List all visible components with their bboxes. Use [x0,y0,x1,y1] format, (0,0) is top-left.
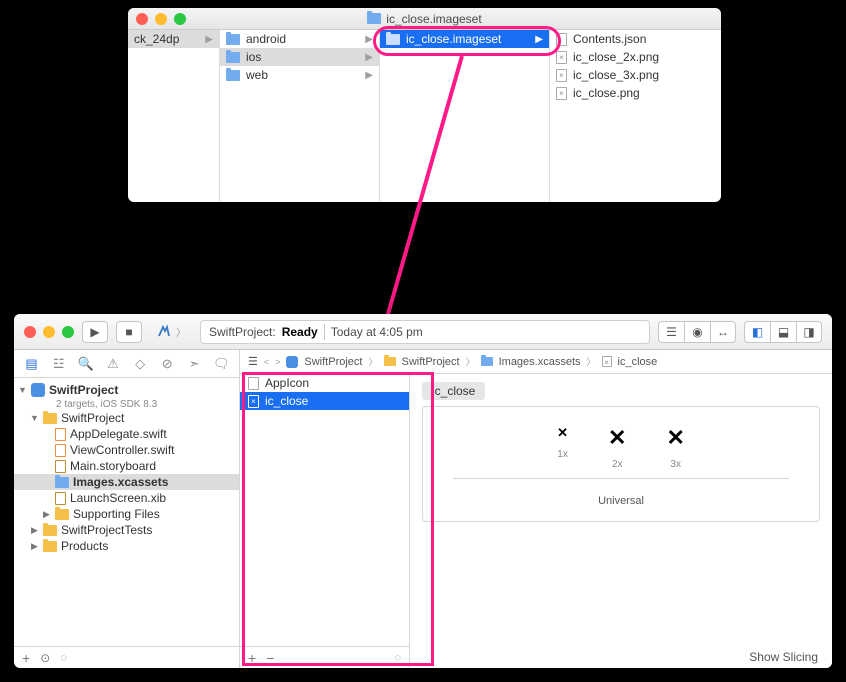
file-item[interactable]: ×ic_close.png [550,84,720,102]
scm-filter-icon[interactable]: ◌ [60,652,67,664]
symbol-navigator-icon[interactable]: ☳ [49,356,69,372]
add-button[interactable]: + [22,650,30,666]
assistant-editor-button[interactable]: ◉ [684,321,710,343]
file-item[interactable]: ×ic_close_2x.png [550,48,720,66]
slot-1x[interactable]: ✕1x [557,425,568,470]
folder-icon [226,34,240,45]
close-icon[interactable] [24,326,36,338]
folder-icon [55,509,69,520]
swift-file-icon [55,428,66,441]
finder-column-1[interactable]: android▶ ios▶ web▶ [220,30,380,202]
xcode-toolbar: ▶ ■ 〉 SwiftProject: Ready Today at 4:05 … [14,314,832,350]
tree-group[interactable]: ▶Products [14,538,239,554]
x-icon: ✕ [666,425,684,451]
minimize-icon[interactable] [43,326,55,338]
zoom-icon[interactable] [62,326,74,338]
run-button[interactable]: ▶ [82,321,108,343]
xib-file-icon [55,492,66,505]
folder-item[interactable]: android▶ [220,30,379,48]
finder-column-0[interactable]: ck_24dp▶ [128,30,220,202]
universal-label: Universal [423,495,819,507]
project-icon [31,383,45,397]
tree-file-selected[interactable]: Images.xcassets [14,474,239,490]
image-x-icon: × [556,69,567,82]
tree-file[interactable]: Main.storyboard [14,458,239,474]
jump-bar[interactable]: ☰ <> SwiftProject〉 SwiftProject〉 Images.… [240,350,832,374]
tree-project-root[interactable]: ▼SwiftProject [14,382,239,398]
project-navigator-icon[interactable]: ▤ [22,356,42,372]
x-icon: ✕ [608,425,626,451]
breakpoint-navigator-icon[interactable]: ➣ [184,356,204,372]
assets-icon [55,477,69,488]
test-navigator-icon[interactable]: ◇ [130,356,150,372]
recent-filter-icon[interactable]: ⊙ [40,651,50,665]
status-bar: SwiftProject: Ready Today at 4:05 pm [200,320,650,344]
file-item[interactable]: Contents.json [550,30,720,48]
folder-icon [226,52,240,63]
file-item[interactable]: ×ic_close_3x.png [550,66,720,84]
debug-navigator-icon[interactable]: ⊘ [157,356,177,372]
chevron-right-icon: ▶ [205,34,213,45]
panel-toggle-group[interactable]: ◧ ⬓ ◨ [744,321,822,343]
folder-icon [384,357,396,366]
assets-icon [481,357,493,366]
navigator-selector[interactable]: ▤ ☳ 🔍 ⚠ ◇ ⊘ ➣ 🗨 [14,350,239,378]
traffic-lights[interactable] [136,13,186,25]
close-icon[interactable] [136,13,148,25]
report-navigator-icon[interactable]: 🗨 [211,356,231,372]
scheme-selector[interactable]: 〉 [156,324,186,340]
bottom-panel-button[interactable]: ⬓ [770,321,796,343]
folder-icon [226,70,240,81]
search-navigator-icon[interactable]: 🔍 [76,356,96,372]
version-editor-button[interactable]: ↔ [710,321,736,343]
x-icon: ✕ [557,425,568,441]
tree-file[interactable]: LaunchScreen.xib [14,490,239,506]
folder-icon [43,413,57,424]
stop-button[interactable]: ■ [116,321,142,343]
minimize-icon[interactable] [155,13,167,25]
asset-canvas: ic_close ✕1x ✕2x ✕3x Universal Show Slic… [410,374,832,668]
folder-item[interactable]: ck_24dp▶ [128,30,219,48]
swift-file-icon [55,444,66,457]
app-icon [156,324,172,340]
folder-icon [367,13,381,24]
right-panel-button[interactable]: ◨ [796,321,822,343]
image-x-icon: × [602,356,612,367]
standard-editor-button[interactable]: ☰ [658,321,684,343]
left-panel-button[interactable]: ◧ [744,321,770,343]
folder-icon [43,541,57,552]
window-title: ic_close.imageset [386,12,481,26]
folder-item[interactable]: web▶ [220,66,379,84]
navigator-filter-bar[interactable]: + ⊙ ◌ [14,646,239,668]
tree-group[interactable]: ▼SwiftProject [14,410,239,426]
traffic-lights[interactable] [24,326,74,338]
zoom-icon[interactable] [174,13,186,25]
tree-group[interactable]: ▶Supporting Files [14,506,239,522]
slot-3x[interactable]: ✕3x [666,425,684,470]
annotation-circle [373,26,561,56]
project-icon [286,356,298,368]
tree-file[interactable]: ViewController.swift [14,442,239,458]
show-slicing-button[interactable]: Show Slicing [749,650,818,664]
slot-2x[interactable]: ✕2x [608,425,626,470]
navigator-panel: ▤ ☳ 🔍 ⚠ ◇ ⊘ ➣ 🗨 ▼SwiftProject 2 targets,… [14,350,240,668]
folder-icon [43,525,57,536]
finder-column-3[interactable]: Contents.json ×ic_close_2x.png ×ic_close… [550,30,720,202]
project-tree[interactable]: ▼SwiftProject 2 targets, iOS SDK 8.3 ▼Sw… [14,378,239,646]
image-x-icon: × [556,51,567,64]
editor-mode-group[interactable]: ☰ ◉ ↔ [658,321,736,343]
tree-group[interactable]: ▶SwiftProjectTests [14,522,239,538]
storyboard-file-icon [55,460,66,473]
related-items-icon[interactable]: ☰ [248,355,258,368]
image-x-icon: × [556,87,567,100]
tree-root-subtitle: 2 targets, iOS SDK 8.3 [14,398,239,410]
folder-item[interactable]: ios▶ [220,48,379,66]
tree-file[interactable]: AppDelegate.swift [14,426,239,442]
annotation-rectangle [242,372,434,666]
issue-navigator-icon[interactable]: ⚠ [103,356,123,372]
